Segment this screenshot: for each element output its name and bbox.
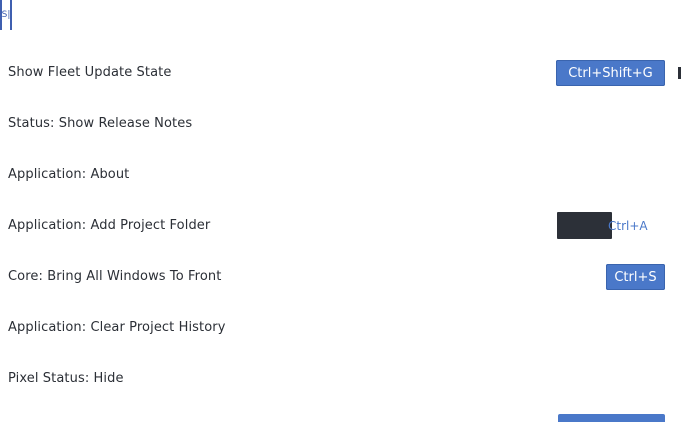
command-label: Show Fleet Update State [8,65,172,80]
command-item[interactable]: Application: Add Project Folder Ctrl+A [0,200,682,251]
command-item[interactable]: Pixel Status: Hide [0,353,682,404]
command-label: Application: About [8,167,130,182]
scroll-edge-mark [678,67,681,79]
command-label: Application: Add Project Folder [8,218,211,233]
command-label: Application: Clear Project History [8,320,226,335]
command-item[interactable]: Show Fleet Update State Ctrl+Shift+G [0,47,682,98]
top-marker-glyph: S| [1,10,11,20]
keybinding-badge: Ctrl+Shift+G [556,60,665,86]
command-item[interactable]: Core: Bring All Windows To Front Ctrl+S [0,251,682,302]
keybinding-block [557,212,612,239]
keybinding-badge: Ctrl+S [606,264,665,290]
top-scroll-marker: S| [0,0,12,30]
keybinding-badge-partial [558,414,665,422]
command-list: Show Fleet Update State Ctrl+Shift+G Sta… [0,47,682,404]
command-label: Core: Bring All Windows To Front [8,269,222,284]
command-item[interactable]: Application: About [0,149,682,200]
command-item[interactable]: Application: Clear Project History [0,302,682,353]
keybinding-badge: Ctrl+A [608,218,648,233]
command-item[interactable]: Status: Show Release Notes [0,98,682,149]
command-label: Pixel Status: Hide [8,371,124,386]
command-label: Status: Show Release Notes [8,116,193,131]
